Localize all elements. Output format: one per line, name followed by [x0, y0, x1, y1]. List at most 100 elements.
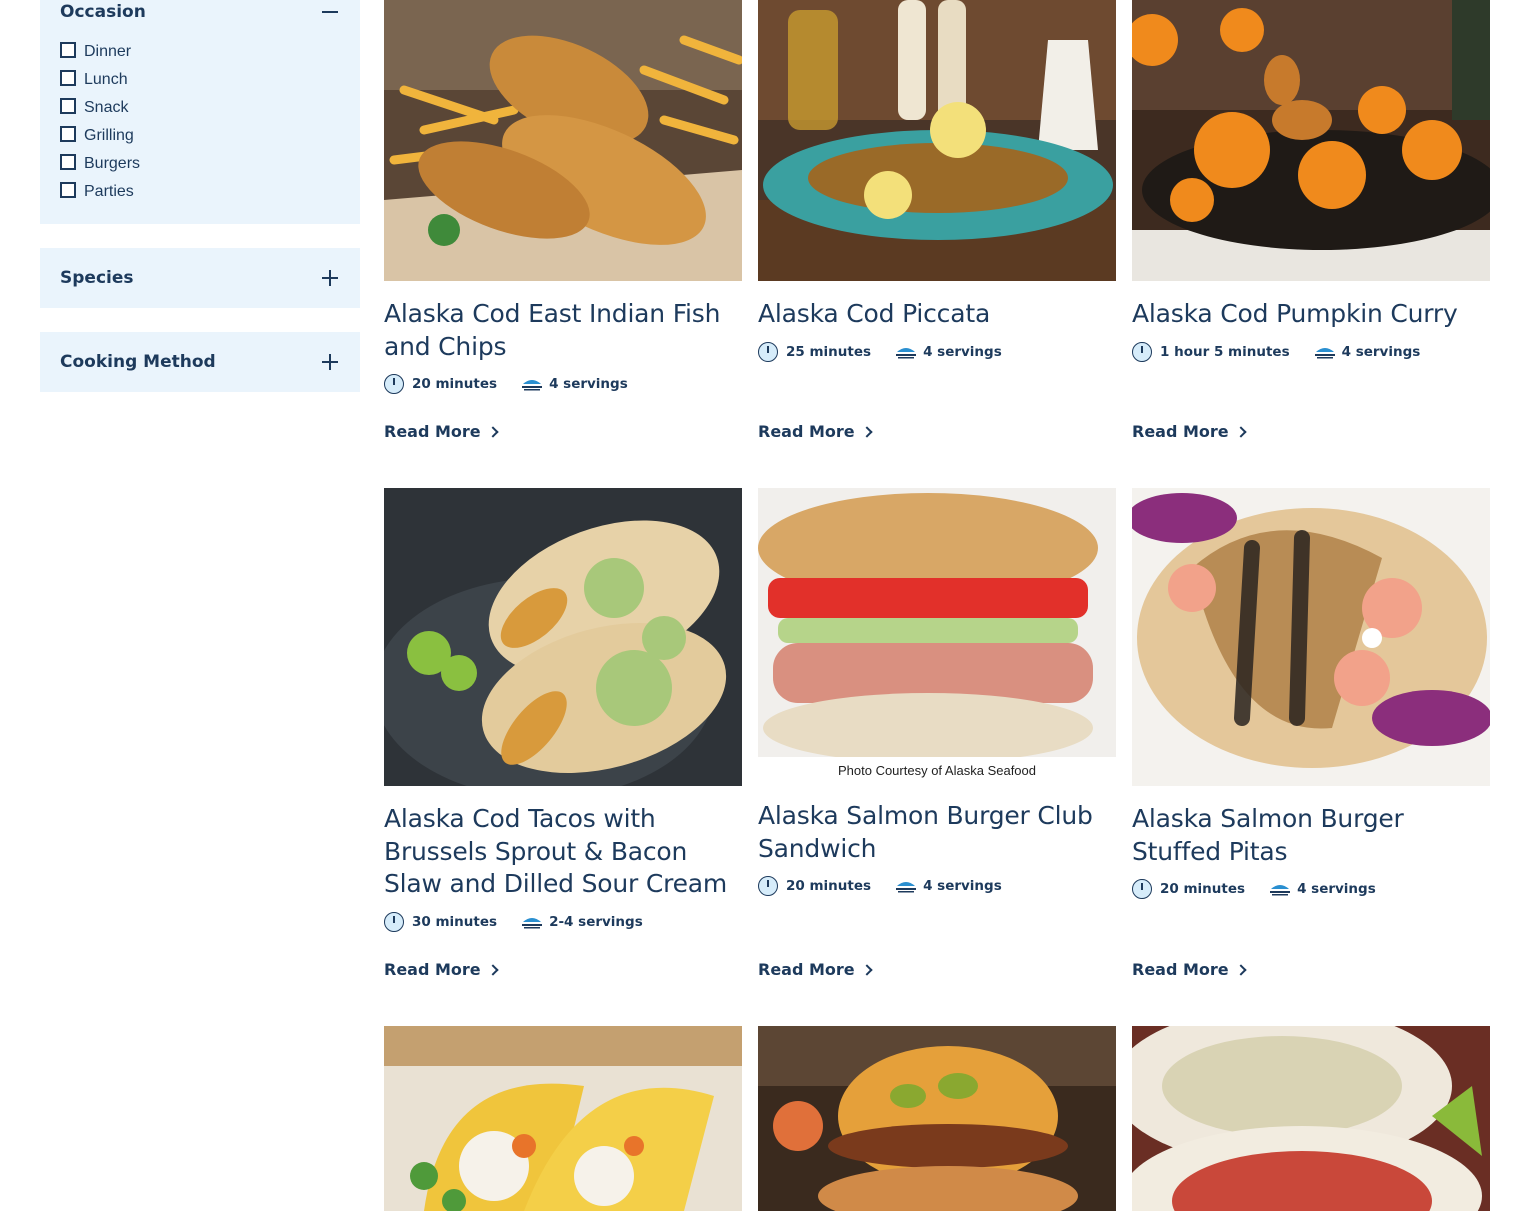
time-text: 20 minutes: [786, 878, 872, 894]
clock-icon: [384, 911, 404, 932]
recipe-card: Alaska Cod Piccata 25 minutes 4 servings: [758, 0, 1116, 363]
read-more-link[interactable]: Read More: [758, 422, 873, 441]
recipe-card: Alaska Cod East Indian Fish and Chips 20…: [384, 0, 742, 395]
recipe-title[interactable]: Alaska Cod East Indian Fish and Chips: [384, 298, 742, 363]
option-grilling[interactable]: Grilling: [60, 122, 340, 150]
recipe-meta: 20 minutes 4 servings: [384, 373, 742, 395]
recipe-meta: 30 minutes 2-4 servings: [384, 911, 742, 933]
checkbox[interactable]: [60, 126, 76, 142]
recipe-card: [1132, 1026, 1490, 1211]
recipe-title[interactable]: Alaska Salmon Burger Club Sandwich: [758, 800, 1116, 865]
recipe-title[interactable]: Alaska Salmon Burger Stuffed Pitas: [1132, 803, 1490, 868]
read-more-label: Read More: [758, 960, 855, 979]
clock-icon: [758, 876, 778, 896]
expand-plus-icon[interactable]: [320, 268, 340, 288]
time-text: 25 minutes: [786, 343, 872, 360]
recipe-image[interactable]: [1132, 1026, 1490, 1211]
read-more-link[interactable]: Read More: [1132, 960, 1247, 979]
option-lunch[interactable]: Lunch: [60, 66, 340, 94]
filter-occasion: Occasion Dinner Lunch Snack Grilling Bur…: [40, 0, 360, 224]
read-more-link[interactable]: Read More: [1132, 422, 1247, 441]
recipe-meta: 20 minutes 4 servings: [758, 875, 1116, 897]
expand-plus-icon[interactable]: [320, 352, 340, 372]
checkbox[interactable]: [60, 182, 76, 198]
photo-credit: Photo Courtesy of Alaska Seafood: [837, 763, 1036, 778]
recipe-title[interactable]: Alaska Cod Tacos with Brussels Sprout & …: [384, 803, 742, 901]
clock-icon: [1132, 879, 1152, 899]
recipe-time: 30 minutes: [384, 911, 498, 932]
clock-icon: [384, 374, 404, 394]
option-label: Grilling: [84, 127, 134, 144]
recipe-time: 20 minutes: [1132, 879, 1245, 899]
chevron-right-icon: [860, 425, 873, 438]
recipe-title[interactable]: Alaska Cod Pumpkin Curry: [1132, 298, 1490, 331]
read-more-label: Read More: [1132, 960, 1229, 979]
recipe-image[interactable]: [1132, 0, 1490, 281]
time-text: 20 minutes: [412, 376, 498, 392]
recipe-card: Alaska Salmon Burger Stuffed Pitas 20 mi…: [1132, 488, 1490, 900]
checkbox[interactable]: [60, 70, 76, 86]
fish-servings-icon: [1314, 347, 1335, 358]
recipe-image[interactable]: [758, 0, 1116, 281]
option-dinner[interactable]: Dinner: [60, 38, 340, 66]
read-more-link[interactable]: Read More: [384, 422, 499, 441]
read-more-link[interactable]: Read More: [384, 960, 499, 979]
recipe-time: 20 minutes: [384, 374, 497, 394]
fish-servings-icon: [522, 917, 543, 928]
fish-servings-icon: [522, 380, 543, 391]
recipe-card: [384, 1026, 742, 1211]
filter-occasion-title: Occasion: [60, 2, 146, 22]
chevron-right-icon: [1234, 425, 1247, 438]
recipe-servings: 4 servings: [1269, 881, 1376, 897]
time-text: 30 minutes: [412, 913, 498, 930]
recipe-image[interactable]: [384, 0, 742, 281]
recipe-servings: 4 servings: [895, 344, 1002, 360]
read-more-label: Read More: [384, 422, 481, 441]
collapse-minus-icon[interactable]: [320, 2, 340, 22]
option-snack[interactable]: Snack: [60, 94, 340, 122]
checkbox[interactable]: [60, 154, 76, 170]
read-more-label: Read More: [758, 422, 855, 441]
recipe-image[interactable]: [384, 488, 742, 786]
filter-occasion-header[interactable]: Occasion: [40, 0, 360, 26]
recipe-image[interactable]: [758, 1026, 1116, 1211]
option-parties[interactable]: Parties: [60, 178, 340, 206]
chevron-right-icon: [1234, 963, 1247, 976]
option-label: Snack: [84, 99, 129, 116]
checkbox[interactable]: [60, 42, 76, 58]
option-label: Dinner: [84, 43, 132, 60]
recipe-image[interactable]: [384, 1026, 742, 1211]
recipe-time: 1 hour 5 minutes: [1132, 341, 1290, 362]
servings-text: 4 servings: [1341, 343, 1421, 360]
recipe-image[interactable]: [1132, 488, 1490, 786]
chevron-right-icon: [860, 963, 873, 976]
option-label: Lunch: [84, 71, 128, 88]
read-more-link[interactable]: Read More: [758, 960, 873, 979]
recipe-servings: 2-4 servings: [521, 914, 643, 930]
checkbox[interactable]: [60, 98, 76, 114]
filter-sidebar: Occasion Dinner Lunch Snack Grilling Bur…: [40, 0, 360, 416]
fish-servings-icon: [896, 882, 917, 893]
option-burgers[interactable]: Burgers: [60, 150, 340, 178]
recipe-image[interactable]: [758, 488, 1116, 757]
option-label: Parties: [84, 183, 134, 200]
fish-servings-icon: [1270, 885, 1291, 896]
recipe-servings: 4 servings: [521, 376, 628, 392]
time-text: 1 hour 5 minutes: [1160, 343, 1290, 360]
recipe-card: Photo Courtesy of Alaska Seafood Alaska …: [758, 488, 1116, 897]
servings-text: 4 servings: [923, 343, 1002, 360]
filter-species: Species: [40, 248, 360, 308]
servings-text: 4 servings: [549, 376, 628, 392]
recipe-title[interactable]: Alaska Cod Piccata: [758, 298, 1116, 331]
servings-text: 2-4 servings: [549, 913, 643, 930]
chevron-right-icon: [486, 425, 499, 438]
occasion-options: Dinner Lunch Snack Grilling Burgers Part…: [40, 26, 360, 224]
option-label: Burgers: [84, 155, 141, 172]
read-more-label: Read More: [384, 960, 481, 979]
recipe-card: Alaska Cod Pumpkin Curry 1 hour 5 minute…: [1132, 0, 1490, 363]
filter-cooking-method-header[interactable]: Cooking Method: [40, 332, 360, 392]
recipe-servings: 4 servings: [895, 878, 1002, 894]
filter-species-header[interactable]: Species: [40, 248, 360, 308]
recipe-card: [758, 1026, 1116, 1211]
recipe-meta: 25 minutes 4 servings: [758, 341, 1116, 363]
